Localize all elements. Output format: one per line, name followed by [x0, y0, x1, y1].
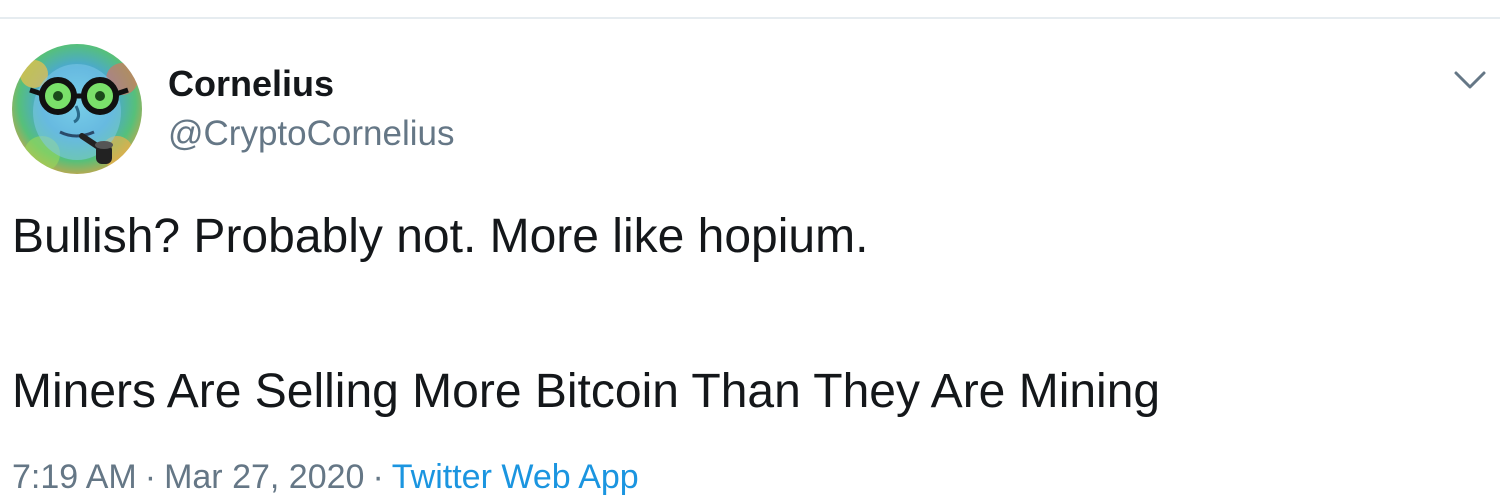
avatar[interactable]	[12, 44, 142, 174]
separator: ·	[144, 458, 157, 496]
separator: ·	[372, 458, 384, 496]
tweet-time[interactable]: 7:19 AM	[12, 458, 137, 496]
username-handle[interactable]: @CryptoCornelius	[168, 114, 454, 154]
tweet-date[interactable]: Mar 27, 2020	[164, 458, 364, 496]
more-options-button[interactable]	[1448, 63, 1492, 95]
chevron-down-icon	[1454, 71, 1486, 89]
avatar-glasses-pipe-icon	[12, 44, 142, 174]
display-name[interactable]: Cornelius	[168, 63, 334, 105]
tweet-text-line: Miners Are Selling More Bitcoin Than The…	[12, 365, 1161, 418]
tweet-text: Bullish? Probably not. More like hopium.…	[12, 209, 1482, 420]
tweet-text-line: Bullish? Probably not. More like hopium.	[12, 210, 869, 263]
tweet-card: Cornelius @CryptoCornelius Bullish? Prob…	[0, 19, 1500, 500]
tweet-source-link[interactable]: Twitter Web App	[392, 458, 639, 496]
tweet-metadata: 7:19 AM · Mar 27, 2020 · Twitter Web App	[12, 455, 639, 499]
